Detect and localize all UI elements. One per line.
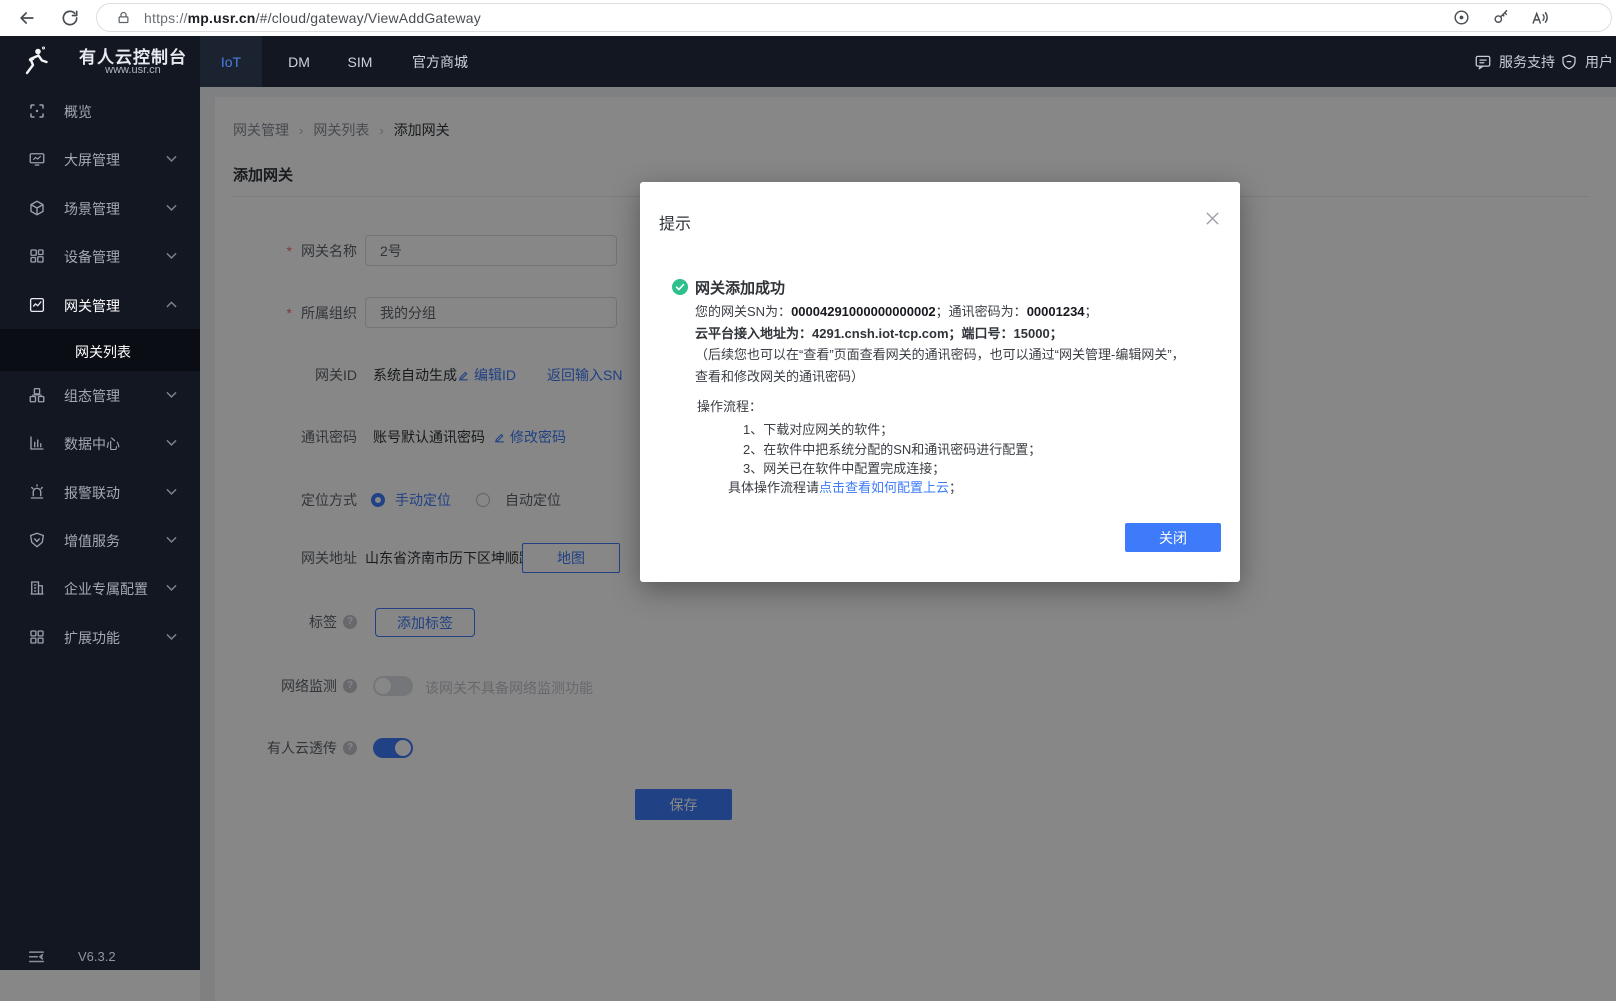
sidebar-item-label: 场景管理 <box>64 199 120 219</box>
shield-icon <box>1560 53 1578 71</box>
dialog-title: 提示 <box>659 210 691 234</box>
sidebar-collapse-icon[interactable] <box>28 950 45 965</box>
sidebar-item-data-center[interactable]: 数据中心 <box>0 419 200 467</box>
chevron-down-icon <box>166 391 177 399</box>
url-text[interactable]: https://mp.usr.cn/#/cloud/gateway/ViewAd… <box>144 10 481 26</box>
close-button[interactable]: 关闭 <box>1125 523 1221 552</box>
sidebar-item-label: 大屏管理 <box>64 150 120 170</box>
lock-icon <box>116 10 131 25</box>
support-menu[interactable]: 服务支持 <box>1474 36 1555 87</box>
sidebar-item-device-mgmt[interactable]: 设备管理 <box>0 232 200 280</box>
chevron-down-icon <box>166 633 177 641</box>
scada-blocks-icon <box>28 386 46 404</box>
step-3: 3、网关已在软件中配置完成连接； <box>743 458 945 477</box>
screen-icon <box>28 150 46 168</box>
tab-dm[interactable]: DM <box>276 36 322 87</box>
success-check-icon <box>672 279 688 295</box>
sidebar-item-extensions[interactable]: 扩展功能 <box>0 613 200 661</box>
sidebar-item-alarm-linkage[interactable]: 报警联动 <box>0 468 200 516</box>
step-1: 1、下载对应网关的软件； <box>743 419 893 438</box>
note-text: （后续您也可以在“查看”页面查看网关的通讯密码，也可以通过“网关管理-编辑网关”… <box>695 344 1187 388</box>
sidebar-item-overview[interactable]: 概览 <box>0 87 200 135</box>
semicolon: ； <box>1085 304 1098 319</box>
steps-title: 操作流程： <box>697 396 762 415</box>
tab-sim[interactable]: SIM <box>336 36 384 87</box>
how-to-configure-link[interactable]: 点击查看如何配置上云 <box>819 480 949 495</box>
sidebar-item-gateway-list[interactable]: 网关列表 <box>0 329 200 371</box>
sidebar-item-value-added[interactable]: 增值服务 <box>0 516 200 564</box>
more-suffix: ； <box>949 480 962 495</box>
sidebar-item-label: 增值服务 <box>64 531 120 551</box>
chevron-down-icon <box>166 252 177 260</box>
tab-official-mall[interactable]: 官方商城 <box>398 36 482 87</box>
sidebar-item-gateway-mgmt[interactable]: 网关管理 <box>0 281 200 329</box>
success-title: 网关添加成功 <box>695 277 785 298</box>
four-squares-icon <box>28 628 46 646</box>
sidebar-subitem-label: 网关列表 <box>75 342 131 362</box>
bar-chart-icon <box>28 434 46 452</box>
sn-value: 00004291000000000002 <box>791 304 936 319</box>
sidebar-item-screen-mgmt[interactable]: 大屏管理 <box>0 135 200 183</box>
more-prefix: 具体操作流程请 <box>728 480 819 495</box>
brand-logo-icon[interactable] <box>20 45 52 77</box>
sn-prefix: 您的网关SN为： <box>695 304 791 319</box>
chevron-up-icon <box>166 301 177 309</box>
sidebar-item-label: 设备管理 <box>64 247 120 267</box>
chevron-down-icon <box>166 584 177 592</box>
chevron-down-icon <box>166 204 177 212</box>
brand-subtitle: www.usr.cn <box>58 64 208 76</box>
sidebar-item-enterprise-config[interactable]: 企业专属配置 <box>0 564 200 612</box>
password-key-icon[interactable] <box>1492 8 1511 27</box>
shield-diamond-icon <box>28 531 46 549</box>
top-navbar: 有人云控制台 www.usr.cn IoT DM SIM 官方商城 服务支持 用… <box>0 36 1616 87</box>
user-menu[interactable]: 用户 <box>1560 36 1613 87</box>
sidebar-item-label: 概览 <box>64 102 92 122</box>
tip-dialog: 提示 网关添加成功 您的网关SN为：00004291000000000002；通… <box>640 182 1240 582</box>
alarm-siren-icon <box>28 483 46 501</box>
sidebar: 概览 大屏管理 场景管理 设备管理 网关管理 网关列表 组 <box>0 87 200 970</box>
url-domain: mp.usr.cn <box>188 10 256 26</box>
overview-icon <box>28 102 46 120</box>
pwd-prefix: ；通讯密码为： <box>936 304 1027 319</box>
url-path: /#/cloud/gateway/ViewAddGateway <box>256 10 481 26</box>
sn-line: 您的网关SN为：00004291000000000002；通讯密码为：00001… <box>695 301 1098 320</box>
chevron-down-icon <box>166 536 177 544</box>
support-label: 服务支持 <box>1499 52 1555 72</box>
cube-icon <box>28 199 46 217</box>
sidebar-item-label: 扩展功能 <box>64 628 120 648</box>
sidebar-item-scene-mgmt[interactable]: 场景管理 <box>0 184 200 232</box>
device-grid-icon <box>28 247 46 265</box>
sidebar-item-label: 网关管理 <box>64 296 120 316</box>
step-2: 2、在软件中把系统分配的SN和通讯密码进行配置； <box>743 439 1041 458</box>
user-label: 用户 <box>1585 52 1613 72</box>
more-line: 具体操作流程请点击查看如何配置上云； <box>728 477 962 496</box>
url-scheme: https:// <box>144 10 188 26</box>
sidebar-item-label: 组态管理 <box>64 386 120 406</box>
browser-toolbar: https://mp.usr.cn/#/cloud/gateway/ViewAd… <box>0 0 1616 36</box>
read-aloud-icon[interactable] <box>1530 8 1549 27</box>
sidebar-item-label: 数据中心 <box>64 434 120 454</box>
refresh-icon[interactable] <box>60 8 80 28</box>
chevron-down-icon <box>166 155 177 163</box>
chevron-down-icon <box>166 488 177 496</box>
chevron-down-icon <box>166 439 177 447</box>
tab-iot[interactable]: IoT <box>200 36 262 87</box>
server-line: 云平台接入地址为：4291.cnsh.iot-tcp.com；端口号：15000… <box>695 323 1063 342</box>
sidebar-item-scada-mgmt[interactable]: 组态管理 <box>0 371 200 419</box>
building-icon <box>28 579 46 597</box>
dialog-close-icon[interactable] <box>1200 206 1224 230</box>
sidebar-item-label: 报警联动 <box>64 483 120 503</box>
location-permission-icon[interactable] <box>1452 8 1471 27</box>
version-label: V6.3.2 <box>78 949 116 964</box>
chat-bubble-icon <box>1474 53 1492 71</box>
back-icon[interactable] <box>17 8 37 28</box>
pwd-value: 00001234 <box>1027 304 1085 319</box>
sidebar-item-label: 企业专属配置 <box>64 579 148 599</box>
gateway-chart-icon <box>28 296 46 314</box>
